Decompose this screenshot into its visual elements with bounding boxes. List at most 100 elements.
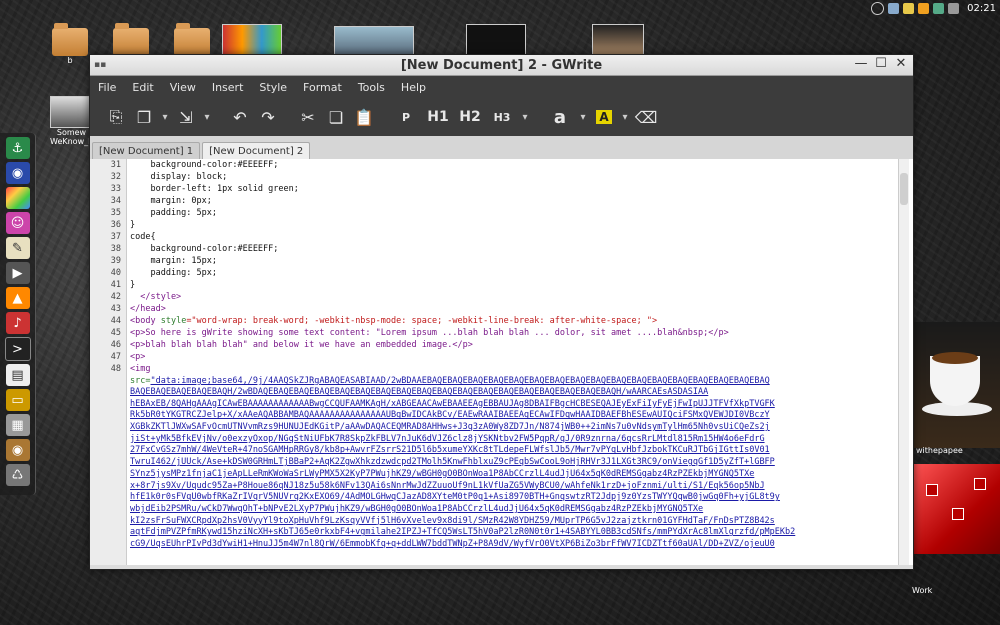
menu-tools[interactable]: Tools bbox=[358, 81, 385, 94]
eye-icon[interactable]: ◉ bbox=[5, 439, 30, 461]
line-number: 36 bbox=[110, 220, 121, 230]
code-line: <p>So here is gWrite showing some text c… bbox=[130, 328, 729, 338]
menu-help[interactable]: Help bbox=[401, 81, 426, 94]
dropdown-icon[interactable]: ▾ bbox=[518, 112, 532, 123]
archive-icon[interactable]: ▦ bbox=[5, 414, 30, 436]
source-editor[interactable]: 31 32 33 34 35 36 37 38 39 40 41 42 43 4… bbox=[90, 159, 913, 569]
heading3-button[interactable]: H3 bbox=[486, 111, 518, 124]
document-icon[interactable]: ▤ bbox=[5, 364, 30, 386]
menu-edit[interactable]: Edit bbox=[132, 81, 153, 94]
menu-file[interactable]: File bbox=[98, 81, 116, 94]
highlight-button[interactable]: A bbox=[596, 110, 612, 124]
power-icon[interactable] bbox=[871, 1, 885, 15]
code-line: margin: 15px; bbox=[130, 256, 217, 266]
vertical-scrollbar[interactable] bbox=[898, 159, 909, 565]
desktop-image-1[interactable] bbox=[222, 24, 282, 56]
line-number: 40 bbox=[110, 268, 121, 278]
clock[interactable]: 02:21 bbox=[967, 3, 996, 14]
desktop-folder-b[interactable]: b bbox=[52, 23, 88, 65]
desktop-file-somew[interactable]: Somew WeKnow_P bbox=[50, 96, 93, 146]
tab-document-1[interactable]: [New Document] 1 bbox=[92, 142, 201, 160]
paint-icon[interactable] bbox=[5, 187, 30, 209]
code-line: padding: 5px; bbox=[130, 268, 217, 278]
cut-icon[interactable]: ✂ bbox=[294, 108, 322, 127]
src-attr: src= bbox=[130, 376, 151, 386]
code-line: border-left: 1px solid green; bbox=[130, 184, 299, 194]
dropdown-icon[interactable]: ▾ bbox=[158, 112, 172, 123]
heading1-button[interactable]: H1 bbox=[422, 109, 454, 125]
maximize-button[interactable]: ☐ bbox=[873, 56, 889, 72]
volume-icon[interactable] bbox=[948, 2, 960, 14]
redo-icon[interactable]: ↷ bbox=[254, 108, 282, 127]
horizontal-scrollbar[interactable] bbox=[90, 565, 913, 569]
dropdown-icon[interactable]: ▾ bbox=[576, 112, 590, 123]
media-icon[interactable]: ▶ bbox=[5, 262, 30, 284]
style-attr: style bbox=[160, 316, 187, 326]
anchor-icon[interactable]: ⚓ bbox=[5, 137, 30, 159]
trash-icon[interactable]: ♺ bbox=[5, 464, 30, 486]
line-number: 43 bbox=[110, 304, 121, 314]
heading2-button[interactable]: H2 bbox=[454, 109, 486, 125]
menu-style[interactable]: Style bbox=[259, 81, 287, 94]
window-title: [New Document] 2 - GWrite bbox=[400, 57, 603, 73]
base64-line: SYnz5jysMPz1fnjaC1jeApLLeRmKWoWaSrLWyPMX… bbox=[130, 468, 755, 479]
paste-icon[interactable]: 📋 bbox=[350, 108, 378, 127]
menu-view[interactable]: View bbox=[170, 81, 196, 94]
base64-line: hfE1k0r0sFVqU0wbfRKaZrIVqrV5NUVrq2KxEXO6… bbox=[130, 492, 780, 503]
tab-document-2[interactable]: [New Document] 2 bbox=[202, 142, 311, 160]
desktop-image-coffee[interactable] bbox=[912, 322, 1000, 448]
text-editor-icon[interactable]: ✎ bbox=[5, 237, 30, 259]
dropdown-icon[interactable]: ▾ bbox=[200, 112, 214, 123]
code-area[interactable]: background-color:#EEEEFF; display: block… bbox=[130, 159, 890, 565]
menu-insert[interactable]: Insert bbox=[212, 81, 244, 94]
line-number: 46 bbox=[110, 340, 121, 350]
close-button[interactable]: ✕ bbox=[893, 56, 909, 72]
title-bar[interactable]: ▪▪ [New Document] 2 - GWrite — ☐ ✕ bbox=[90, 55, 913, 76]
vlc-icon[interactable]: ▲ bbox=[5, 287, 30, 309]
image-thumbnail bbox=[466, 24, 526, 56]
chat-icon[interactable]: ☺ bbox=[5, 212, 30, 234]
desktop-file-label: Somew bbox=[56, 128, 87, 137]
undo-icon[interactable]: ↶ bbox=[226, 108, 254, 127]
font-button[interactable]: a bbox=[544, 107, 576, 128]
desktop-image-4[interactable] bbox=[592, 24, 644, 56]
paragraph-button[interactable]: P bbox=[390, 111, 422, 124]
base64-line: x+8r7js9Xv/Uqudc95Za+P8Houe86qNJ18z5u58k… bbox=[130, 480, 765, 491]
updates-icon[interactable] bbox=[888, 2, 900, 14]
toolbar: ⎘ ❐ ▾ ⇲ ▾ ↶ ↷ ✂ ❏ 📋 P H1 H2 H3 ▾ a ▾ A ▾… bbox=[90, 98, 913, 136]
base64-line: jiSt+yMk5BfkEVjNv/o0exzyOxop/NGqStNiUFbK… bbox=[130, 433, 765, 444]
clear-format-icon[interactable]: ⌫ bbox=[632, 108, 660, 127]
desktop-folder-3[interactable] bbox=[174, 23, 210, 56]
export-icon[interactable]: ⇲ bbox=[172, 108, 200, 127]
menu-bar: File Edit View Insert Style Format Tools… bbox=[90, 76, 913, 98]
minimize-button[interactable]: — bbox=[853, 56, 869, 72]
pen-icon[interactable] bbox=[933, 2, 945, 14]
image-thumbnail bbox=[222, 24, 282, 56]
browser-icon[interactable]: ◉ bbox=[5, 162, 30, 184]
desktop-image-3[interactable] bbox=[466, 24, 526, 56]
terminal-icon[interactable]: > bbox=[4, 337, 31, 361]
files-icon[interactable]: ▭ bbox=[5, 389, 30, 411]
desktop-image-work[interactable] bbox=[912, 464, 1000, 554]
copy-document-icon[interactable]: ❐ bbox=[130, 108, 158, 127]
scrollbar-thumb[interactable] bbox=[900, 173, 908, 205]
folder-icon bbox=[174, 23, 210, 56]
base64-line: 27FxCvGSz7mhW/4WeVteR+47noSGAMHpRRGy8/kb… bbox=[130, 445, 770, 456]
dropdown-icon[interactable]: ▾ bbox=[618, 112, 632, 123]
line-number: 38 bbox=[110, 244, 121, 254]
notes-icon[interactable] bbox=[903, 2, 915, 14]
audio-icon[interactable]: ♪ bbox=[5, 312, 30, 334]
base64-line: "data:image;base64,/9j/4AAQSkZJRgABAQEAS… bbox=[150, 376, 770, 386]
desktop-file-label-2: WeKnow_P bbox=[50, 137, 93, 146]
code-line: background-color:#EEEEFF; bbox=[130, 244, 279, 254]
base64-line bbox=[130, 551, 890, 563]
line-number: 48 bbox=[110, 364, 121, 374]
menu-format[interactable]: Format bbox=[303, 81, 342, 94]
line-number: 37 bbox=[110, 232, 121, 242]
alert-icon[interactable] bbox=[918, 2, 930, 14]
code-line: } bbox=[130, 280, 136, 290]
desktop-folder-2[interactable] bbox=[113, 23, 149, 56]
copy-icon[interactable]: ❏ bbox=[322, 108, 350, 127]
base64-line: hEBAxEB/8QAHgAAAgICAwEBAAAAAAAAAAAABwgCC… bbox=[130, 398, 775, 409]
new-tab-icon[interactable]: ⎘ bbox=[102, 107, 130, 127]
